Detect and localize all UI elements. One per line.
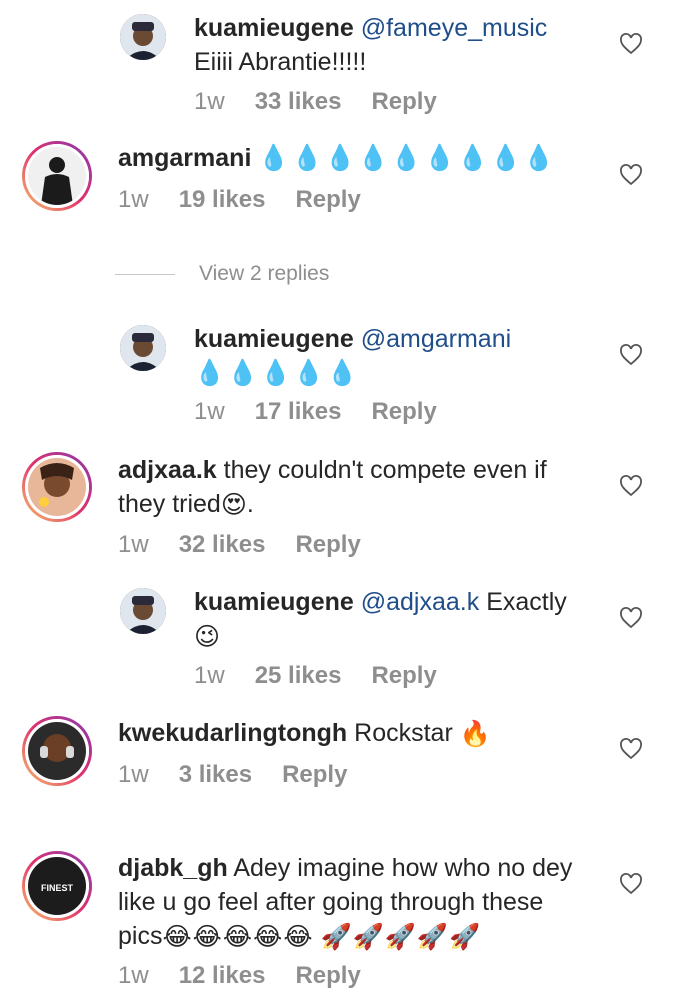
- comment-username[interactable]: djabk_gh: [118, 854, 228, 882]
- comment-likes[interactable]: 17 likes: [255, 398, 342, 426]
- heart-outline-icon[interactable]: [619, 474, 643, 498]
- comment-mention[interactable]: @adjxaa.k: [361, 588, 480, 616]
- comment-username[interactable]: kuamieugene: [194, 14, 354, 42]
- rocket-emoji-icon: 🚀🚀🚀🚀🚀: [320, 923, 482, 952]
- avatar[interactable]: [22, 452, 92, 522]
- avatar[interactable]: [120, 588, 166, 634]
- laughing-emoji-icon: 😂😂😂😂😂: [162, 923, 314, 952]
- comment-username[interactable]: adjxaa.k: [118, 456, 217, 484]
- comment-text: Exactly: [486, 588, 567, 616]
- heart-outline-icon[interactable]: [619, 606, 643, 630]
- reply-button[interactable]: Reply: [295, 186, 360, 214]
- avatar[interactable]: [22, 716, 92, 786]
- reply-button[interactable]: Reply: [371, 398, 436, 426]
- view-replies-label: View 2 replies: [199, 262, 330, 285]
- comment-time: 1w: [194, 88, 225, 115]
- view-replies-button[interactable]: View 2 replies: [115, 262, 329, 286]
- comment-text: Adey imagine how who no dey: [233, 854, 573, 882]
- avatar[interactable]: [22, 141, 92, 211]
- reply-button[interactable]: Reply: [371, 88, 436, 116]
- comment-text-end: pics: [118, 922, 163, 950]
- comment-text: Rockstar: [354, 719, 453, 747]
- comment-text-cont: like u go feel after going through these: [118, 888, 544, 916]
- comment-text: they couldn't compete even if: [223, 456, 547, 484]
- avatar-label: FINEST: [41, 883, 74, 893]
- comment-mention[interactable]: @fameye_music: [361, 14, 548, 42]
- comment-mention[interactable]: @amgarmani: [361, 325, 511, 353]
- comment-likes[interactable]: 32 likes: [179, 531, 266, 559]
- reply-button[interactable]: Reply: [371, 662, 436, 690]
- heart-eyes-emoji-icon: 😍: [220, 491, 247, 520]
- heart-outline-icon[interactable]: [619, 343, 643, 367]
- heart-outline-icon[interactable]: [619, 163, 643, 187]
- comment-text: 💧💧💧💧💧💧💧💧💧: [258, 144, 557, 172]
- reply-button[interactable]: Reply: [282, 761, 347, 789]
- heart-outline-icon[interactable]: [619, 32, 643, 56]
- comment-time: 1w: [118, 962, 149, 989]
- comment-username[interactable]: kuamieugene: [194, 325, 354, 353]
- comment-username[interactable]: kuamieugene: [194, 588, 354, 616]
- comment-text-end: .: [246, 490, 254, 518]
- comment-time: 1w: [118, 531, 149, 558]
- wink-emoji-icon: 😉: [194, 623, 221, 652]
- comment-likes[interactable]: 12 likes: [179, 962, 266, 990]
- comment-time: 1w: [194, 662, 225, 689]
- comment-username[interactable]: amgarmani: [118, 144, 251, 172]
- fire-emoji-icon: 🔥: [459, 720, 491, 749]
- avatar[interactable]: FINEST: [22, 851, 92, 921]
- reply-button[interactable]: Reply: [295, 531, 360, 559]
- comment-text: Eiiii Abrantie!!!!!: [194, 48, 367, 76]
- comment-likes[interactable]: 19 likes: [179, 186, 266, 214]
- comment-likes[interactable]: 3 likes: [179, 761, 252, 789]
- comment-time: 1w: [118, 761, 149, 788]
- reply-button[interactable]: Reply: [295, 962, 360, 990]
- comment-text-cont: they tried: [118, 490, 221, 518]
- comment-time: 1w: [118, 186, 149, 213]
- heart-outline-icon[interactable]: [619, 737, 643, 761]
- divider: [115, 273, 175, 275]
- comment-username[interactable]: kwekudarlingtongh: [118, 719, 347, 747]
- comment-likes[interactable]: 33 likes: [255, 88, 342, 116]
- avatar[interactable]: [120, 325, 166, 371]
- comment-text: 💧💧💧💧💧: [194, 359, 360, 387]
- heart-outline-icon[interactable]: [619, 872, 643, 896]
- comment-likes[interactable]: 25 likes: [255, 662, 342, 690]
- avatar[interactable]: [120, 14, 166, 60]
- comment-time: 1w: [194, 398, 225, 425]
